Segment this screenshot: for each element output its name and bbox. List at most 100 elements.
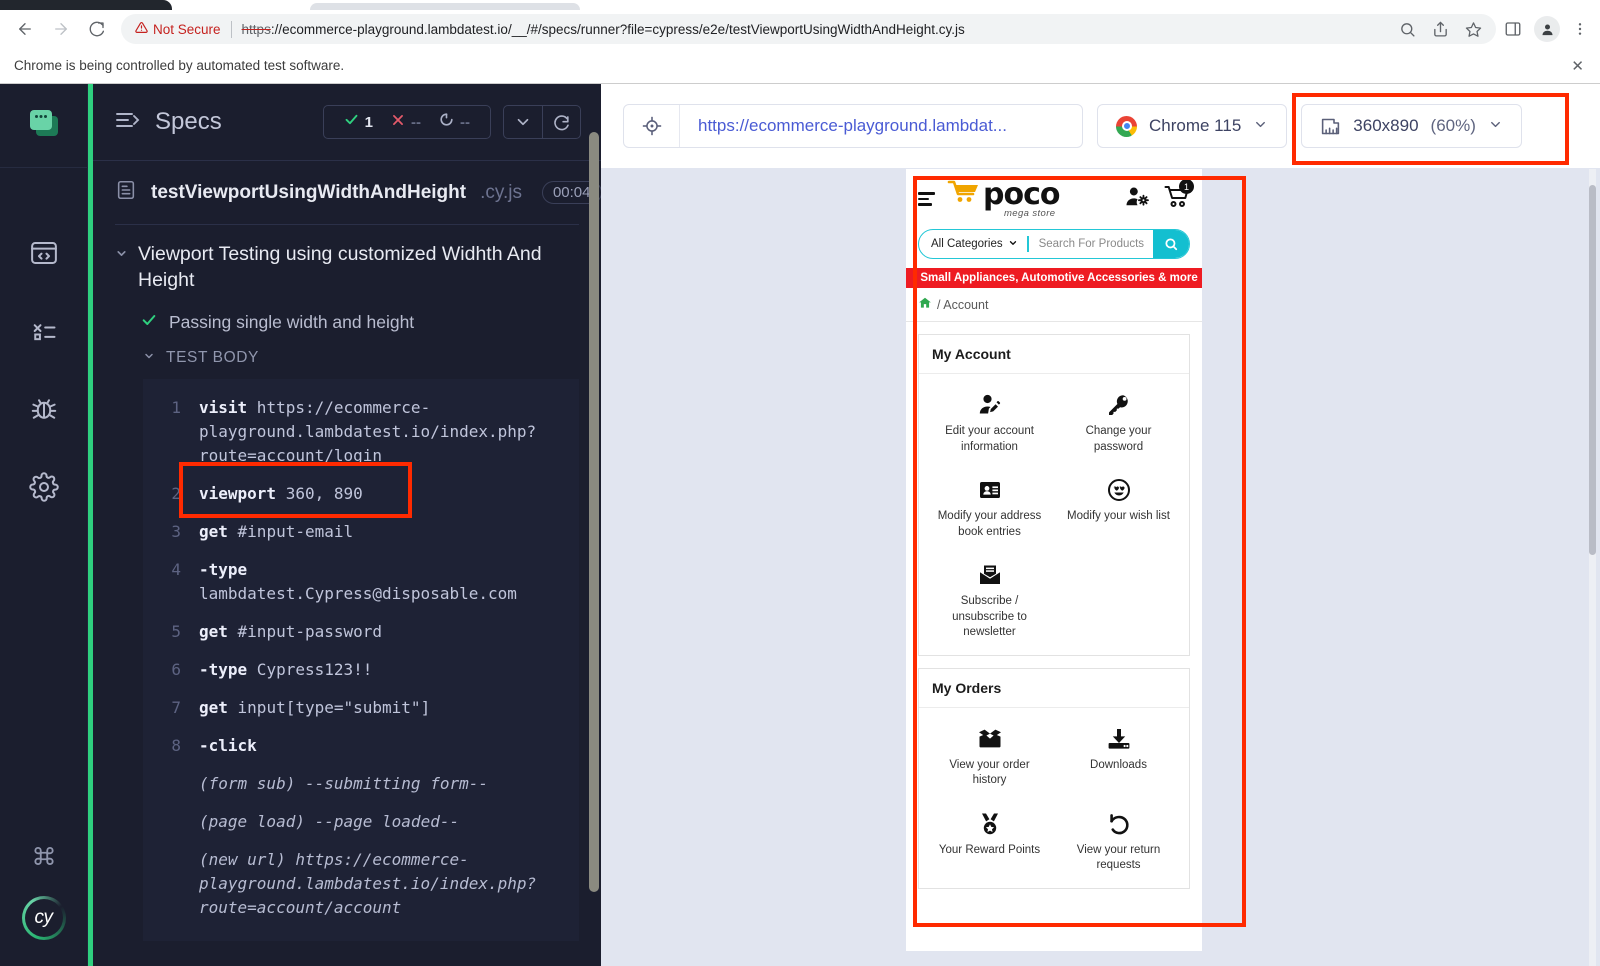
cross-icon	[391, 113, 405, 132]
aut-url-bar[interactable]: https://ecommerce-playground.lambdat...	[623, 104, 1083, 148]
profile-avatar[interactable]	[1534, 16, 1560, 42]
chevron-down-icon[interactable]	[115, 241, 128, 294]
cart-button[interactable]: 1	[1164, 179, 1194, 213]
test-body-row[interactable]: TEST BODY	[115, 343, 579, 373]
command-row[interactable]: 5 get #input-password	[143, 613, 579, 651]
account-link-tile[interactable]: Modify your wish list	[1054, 473, 1183, 544]
account-link-label: View your return requests	[1076, 843, 1161, 872]
cypress-sidebar: cy	[0, 84, 88, 966]
command-message-text: (new url) https://ecommerce-playground.l…	[199, 848, 563, 920]
command-number: 5	[171, 621, 181, 641]
automation-infobar-text: Chrome is being controlled by automated …	[14, 58, 345, 73]
command-name: viewport	[199, 483, 277, 503]
browser-tab-inactive[interactable]	[310, 3, 580, 10]
mobile-viewport: poco mega store 1 All Categories Search …	[906, 169, 1202, 951]
command-text: visit https://ecommerce-playground.lambd…	[199, 396, 563, 468]
command-row[interactable]: 2 viewport 360, 890	[143, 475, 579, 513]
chevron-down-icon[interactable]	[1488, 117, 1503, 135]
app-under-test-panel: https://ecommerce-playground.lambdat... …	[601, 84, 1600, 966]
command-row[interactable]: 6 -type Cypress123!!	[143, 651, 579, 689]
sidebar-item-debug[interactable]	[0, 370, 88, 448]
command-number: 6	[171, 659, 181, 679]
stat-pending-value: --	[460, 113, 470, 131]
zoom-search-icon[interactable]	[1399, 21, 1416, 38]
cypress-app: cy Specs 1 -- -- testViewportUsingWidthA…	[0, 84, 1600, 966]
command-row[interactable]: 4 -type lambdatest.Cypress@disposable.com	[143, 551, 579, 613]
bookmark-star-icon[interactable]	[1465, 21, 1482, 38]
browser-selector[interactable]: Chrome 115	[1097, 104, 1288, 148]
command-log: 1 visit https://ecommerce-playground.lamb…	[143, 378, 579, 941]
account-link-tile[interactable]: Edit your account information	[925, 388, 1054, 459]
hamburger-menu-icon[interactable]	[918, 192, 935, 206]
search-submit-button[interactable]	[1153, 230, 1189, 258]
test-stats: 1 -- --	[322, 105, 491, 139]
chevron-down-icon[interactable]	[1253, 117, 1268, 135]
user-edit-icon	[978, 392, 1002, 418]
reload-button[interactable]	[82, 14, 112, 44]
account-link-tile[interactable]: Modify your address book entries	[925, 473, 1054, 544]
store-search-bar[interactable]: All Categories Search For Products	[918, 229, 1190, 259]
account-link-tile[interactable]: Your Reward Points	[925, 807, 1054, 878]
viewport-selector[interactable]: 360x890 (60%)	[1301, 104, 1522, 148]
selector-playground-icon[interactable]	[624, 105, 680, 147]
store-logo[interactable]: poco mega store	[947, 179, 1060, 219]
command-message-label: (new url)	[199, 849, 286, 869]
not-secure-icon	[135, 21, 148, 36]
search-input[interactable]: Search For Products	[1029, 238, 1153, 250]
forward-button[interactable]	[46, 14, 76, 44]
home-icon[interactable]	[918, 296, 932, 313]
restart-icon[interactable]	[542, 106, 580, 138]
chevron-down-icon[interactable]	[143, 350, 155, 365]
command-row[interactable]: 8 -click	[143, 727, 579, 765]
shopping-cart-icon	[1164, 186, 1190, 212]
browser-tab-active[interactable]	[0, 0, 172, 10]
account-link-label: Modify your wish list	[1067, 510, 1170, 523]
sidebar-item-settings[interactable]	[0, 448, 88, 526]
account-link-tile[interactable]: View your return requests	[1054, 807, 1183, 878]
account-link-label: Change your password	[1085, 425, 1152, 453]
keyboard-shortcuts-icon[interactable]	[31, 843, 57, 874]
command-row[interactable]: 3 get #input-email	[143, 513, 579, 551]
close-icon[interactable]: ✕	[1571, 57, 1584, 75]
command-name: get	[199, 621, 228, 641]
command-arg: https://ecommerce-playground.lambdatest.…	[199, 397, 537, 465]
ruler-icon	[1320, 116, 1341, 137]
command-text: -type Cypress123!!	[199, 658, 372, 682]
specs-list-icon[interactable]	[115, 110, 141, 135]
command-message-row: (page load) --page loaded--	[143, 803, 579, 841]
account-settings-icon[interactable]	[1125, 186, 1150, 213]
chevron-down-icon[interactable]	[504, 106, 542, 138]
check-icon	[344, 112, 359, 132]
promo-banner: , Small Appliances, Automotive Accessori…	[906, 268, 1202, 288]
account-link-tile[interactable]: Downloads	[1054, 722, 1183, 793]
test-title-row[interactable]: Passing single width and height	[115, 302, 579, 343]
account-link-tile[interactable]: Change your password	[1054, 388, 1183, 459]
account-link-tile[interactable]: Subscribe / unsubscribe to newsletter	[925, 558, 1054, 645]
chrome-menu-icon[interactable]	[1572, 21, 1588, 37]
newsletter-envelope-icon	[978, 562, 1002, 588]
sidebar-item-specs[interactable]	[0, 214, 88, 292]
aut-scrollbar-thumb[interactable]	[1589, 185, 1596, 555]
spec-file-row[interactable]: testViewportUsingWidthAndHeight .cy.js 0…	[115, 161, 601, 224]
sidebar-item-runs[interactable]	[0, 292, 88, 370]
browser-label: Chrome 115	[1149, 116, 1242, 135]
spec-file-icon	[115, 179, 137, 206]
category-dropdown[interactable]: All Categories	[919, 238, 1027, 251]
reporter-scrollbar[interactable]	[589, 132, 599, 892]
command-row[interactable]: 1 visit https://ecommerce-playground.lamb…	[143, 389, 579, 475]
sidebar-logo[interactable]	[0, 84, 87, 168]
account-sections: My Account Edit your account information C…	[906, 334, 1202, 889]
category-label: All Categories	[931, 238, 1003, 250]
browser-toolbar: Not Secure https ://ecommerce-playground…	[0, 10, 1600, 48]
command-arg: Cypress123!!	[247, 659, 373, 679]
command-row[interactable]: 7 get input[type="submit"]	[143, 689, 579, 727]
side-panel-icon[interactable]	[1504, 20, 1522, 38]
back-button[interactable]	[10, 14, 40, 44]
breadcrumb: / Account	[906, 288, 1202, 322]
suite-title-row[interactable]: Viewport Testing using customized Widhth…	[115, 225, 579, 302]
share-icon[interactable]	[1432, 21, 1449, 38]
account-link-tile[interactable]: View your order history	[925, 722, 1054, 793]
pending-circle-icon	[439, 112, 454, 132]
address-bar[interactable]: Not Secure https ://ecommerce-playground…	[121, 14, 1496, 44]
cypress-logo-badge[interactable]: cy	[22, 896, 66, 940]
